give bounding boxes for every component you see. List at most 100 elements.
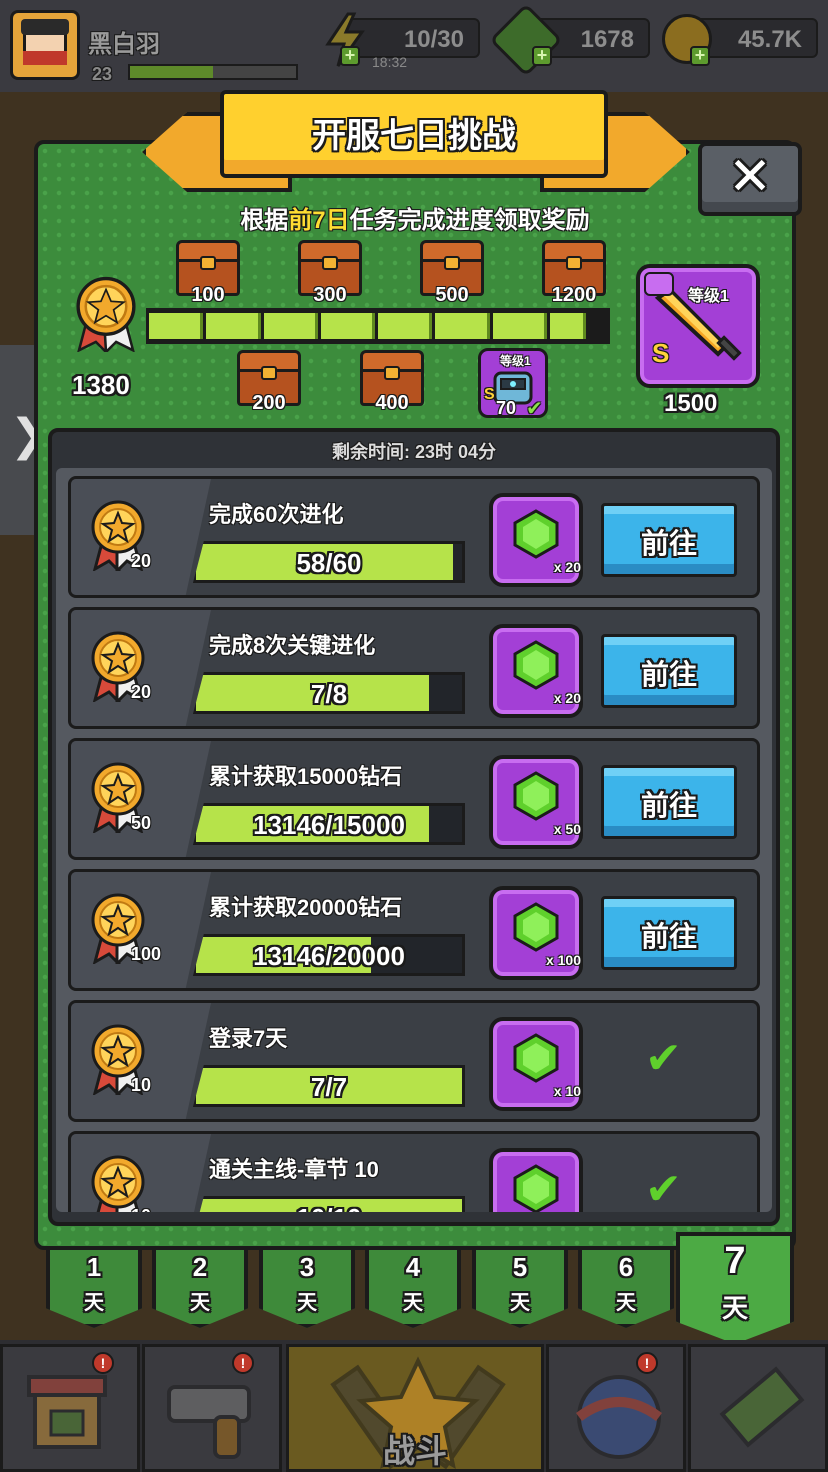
day-number: 4 bbox=[405, 1252, 421, 1282]
medal-icon bbox=[89, 499, 147, 575]
progress-segment bbox=[435, 313, 490, 339]
task-progress-bar: 13146/15000 bbox=[193, 803, 465, 845]
task-points: 10 bbox=[131, 1075, 152, 1095]
close-icon[interactable]: ✕ bbox=[698, 142, 802, 216]
check-icon: ✔ bbox=[645, 1034, 682, 1083]
medal-icon bbox=[89, 892, 147, 968]
task-name: 通关主线-章节 10 bbox=[209, 1157, 379, 1182]
task-points: 50 bbox=[131, 813, 152, 833]
day-number: 3 bbox=[299, 1252, 315, 1282]
xp-bar bbox=[128, 64, 298, 80]
task-points: 20 bbox=[131, 551, 152, 571]
progress-segment bbox=[492, 313, 547, 339]
task-points: 10 bbox=[131, 1206, 151, 1212]
go-button[interactable]: 前往 bbox=[601, 503, 737, 577]
day-unit: 天 bbox=[510, 1292, 530, 1314]
go-button[interactable]: 前往 bbox=[601, 634, 737, 708]
gem-icon bbox=[513, 902, 559, 952]
day-number: 6 bbox=[618, 1252, 634, 1282]
nav-weapons[interactable] bbox=[142, 1344, 282, 1472]
task-progress-bar: 7/8 bbox=[193, 672, 465, 714]
page-title: 开服七日挑战 bbox=[312, 117, 516, 155]
day-number: 1 bbox=[86, 1252, 102, 1282]
gun-icon bbox=[644, 272, 674, 296]
reward-quantity: x 20 bbox=[553, 559, 581, 575]
medal-icon bbox=[89, 630, 147, 706]
task-progress-bar: 13146/20000 bbox=[193, 934, 465, 976]
gem-icon bbox=[513, 1164, 559, 1212]
go-button-label: 前往 bbox=[640, 528, 697, 559]
points-progress-bar bbox=[146, 308, 610, 344]
day-number: 5 bbox=[512, 1252, 528, 1282]
day-unit: 天 bbox=[616, 1292, 636, 1314]
task-progress-text: 7/8 bbox=[310, 679, 348, 709]
add-gems-icon[interactable]: + bbox=[532, 46, 552, 66]
nav-shop[interactable] bbox=[0, 1344, 140, 1472]
notification-badge: ! bbox=[636, 1352, 658, 1374]
gem-icon bbox=[513, 771, 559, 821]
total-points: 1380 bbox=[72, 370, 130, 400]
sword-level: 等级1 bbox=[688, 288, 729, 305]
day-number: 7 bbox=[724, 1240, 746, 1282]
task-list[interactable]: 20 完成60次进化 58/60 x 20 前往 20 完成8次关键进化 7/8 x 20 前往 5… bbox=[56, 468, 772, 1212]
task-progress-text: 7/7 bbox=[310, 1072, 348, 1102]
countdown-timer: 剩余时间: 23时 04分 bbox=[331, 442, 497, 462]
task-progress-bar: 10/10 bbox=[193, 1196, 465, 1212]
sword-points: 1500 bbox=[664, 390, 718, 417]
go-button[interactable]: 前往 bbox=[601, 896, 737, 970]
robot-points: 70 bbox=[496, 398, 517, 418]
task-row: 100 累计获取20000钻石 13146/20000 x 100 前往 bbox=[68, 869, 760, 991]
day-number: 2 bbox=[192, 1252, 208, 1282]
xp-fill bbox=[130, 66, 213, 78]
task-progress-text: 13146/20000 bbox=[253, 941, 405, 971]
go-button-label: 前往 bbox=[640, 790, 697, 821]
progress-segment bbox=[378, 313, 433, 339]
task-progress-bar: 7/7 bbox=[193, 1065, 465, 1107]
event-subtitle: 根据前7日任务完成进度领取奖励 bbox=[240, 207, 590, 234]
milestone-label: 1200 bbox=[551, 284, 597, 306]
progress-segment bbox=[263, 313, 318, 339]
robot-grade: S bbox=[484, 386, 495, 403]
coin-value: 45.7K bbox=[737, 26, 802, 53]
task-row: 20 完成60次进化 58/60 x 20 前往 bbox=[68, 476, 760, 598]
gem-icon bbox=[513, 509, 559, 559]
medal-icon bbox=[89, 1154, 147, 1212]
go-button[interactable]: 前往 bbox=[601, 765, 737, 839]
day-unit: 天 bbox=[190, 1292, 210, 1314]
day-unit: 天 bbox=[721, 1293, 748, 1323]
reward-quantity: x 100 bbox=[545, 952, 581, 968]
task-row: 50 累计获取15000钻石 13146/15000 x 50 前往 bbox=[68, 738, 760, 860]
nav-talents[interactable] bbox=[546, 1344, 686, 1472]
progress-segment bbox=[320, 313, 375, 339]
subtitle-highlight: 前7日 bbox=[288, 207, 350, 234]
reward-quantity: x 10 bbox=[553, 1083, 581, 1099]
progress-segment bbox=[149, 313, 204, 339]
notification-badge: ! bbox=[92, 1352, 114, 1374]
medal-icon bbox=[89, 1023, 147, 1099]
milestone-label: 200 bbox=[252, 392, 286, 414]
milestone-label: 400 bbox=[375, 392, 409, 414]
task-points: 20 bbox=[131, 682, 152, 702]
add-coins-icon[interactable]: + bbox=[690, 46, 710, 66]
nav-evolution[interactable] bbox=[688, 1344, 828, 1472]
task-progress-text: 10/10 bbox=[196, 1203, 462, 1212]
task-row: 10通关主线-章节 1010/10x 10✔ bbox=[68, 1131, 760, 1212]
progress-segment bbox=[549, 313, 586, 339]
task-name: 累计获取15000钻石 bbox=[209, 764, 403, 789]
reward-quantity: x 20 bbox=[553, 690, 581, 706]
player-avatar[interactable] bbox=[10, 10, 80, 80]
milestone-label: 300 bbox=[313, 284, 347, 306]
task-progress-bar: 58/60 bbox=[193, 541, 465, 583]
progress-segment bbox=[206, 313, 261, 339]
player-name: 黑白羽 bbox=[88, 31, 160, 58]
check-icon: ✔ bbox=[526, 398, 543, 420]
notification-badge: ! bbox=[232, 1352, 254, 1374]
check-icon: ✔ bbox=[645, 1165, 682, 1212]
task-progress-text: 58/60 bbox=[296, 548, 362, 578]
task-name: 登录7天 bbox=[209, 1026, 288, 1051]
add-energy-icon[interactable]: + bbox=[340, 46, 360, 66]
milestone-label: 100 bbox=[191, 284, 225, 306]
day-unit: 天 bbox=[403, 1292, 423, 1314]
energy-timer: 18:32 bbox=[372, 54, 408, 70]
gem-icon bbox=[513, 1033, 559, 1083]
